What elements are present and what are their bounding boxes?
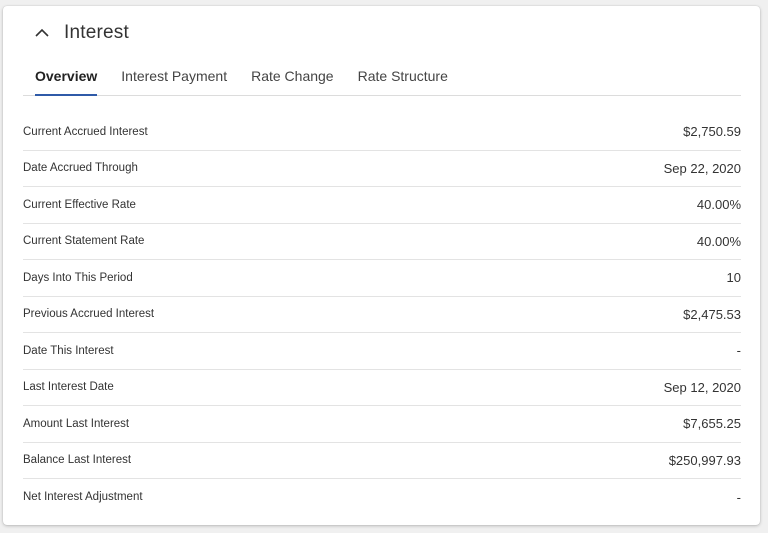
detail-value: 40.00% [696,233,741,249]
detail-label: Net Interest Adjustment [23,491,143,504]
detail-label: Date Accrued Through [23,162,138,175]
detail-row: Current Accrued Interest $2,750.59 [23,114,741,151]
detail-row: Previous Accrued Interest $2,475.53 [23,297,741,333]
tab-interest-payment[interactable]: Interest Payment [109,58,239,95]
detail-label: Last Interest Date [23,381,114,394]
detail-label: Amount Last Interest [23,417,130,430]
detail-row: Balance Last Interest $250,997.93 [23,443,741,479]
detail-label: Balance Last Interest [23,454,132,467]
detail-row: Last Interest Date Sep 12, 2020 [23,370,741,406]
detail-label: Current Effective Rate [23,198,136,211]
detail-value: $2,750.59 [683,124,741,140]
tab-rate-change[interactable]: Rate Change [239,58,346,95]
detail-label: Previous Accrued Interest [23,308,155,321]
panel-header: Interest [32,18,129,48]
detail-value: Sep 22, 2020 [663,160,741,176]
interest-panel: Interest Overview Interest Payment Rate … [3,6,760,525]
detail-row: Current Effective Rate 40.00% [23,187,741,224]
chevron-up-icon[interactable] [32,23,52,43]
detail-row: Net Interest Adjustment - [23,479,741,516]
detail-value: - [736,489,741,505]
interest-details-list: Current Accrued Interest $2,750.59 Date … [23,114,741,516]
detail-row: Current Statement Rate 40.00% [23,224,741,260]
tab-rate-structure[interactable]: Rate Structure [346,58,460,95]
detail-label: Current Statement Rate [23,235,145,248]
detail-row: Date Accrued Through Sep 22, 2020 [23,151,741,187]
detail-value: - [736,343,741,359]
detail-label: Date This Interest [23,344,114,357]
detail-value: $250,997.93 [668,452,741,468]
detail-value: $7,655.25 [683,416,741,432]
detail-value: Sep 12, 2020 [663,379,741,395]
detail-value: 10 [726,270,741,286]
detail-value: $2,475.53 [683,306,741,322]
detail-label: Current Accrued Interest [23,125,148,138]
detail-value: 40.00% [696,197,741,213]
detail-row: Amount Last Interest $7,655.25 [23,406,741,443]
tab-bar: Overview Interest Payment Rate Change Ra… [23,58,741,96]
panel-title: Interest [64,22,129,43]
detail-row: Days Into This Period 10 [23,260,741,297]
detail-label: Days Into This Period [23,271,133,284]
tab-overview[interactable]: Overview [23,58,109,96]
detail-row: Date This Interest - [23,333,741,370]
